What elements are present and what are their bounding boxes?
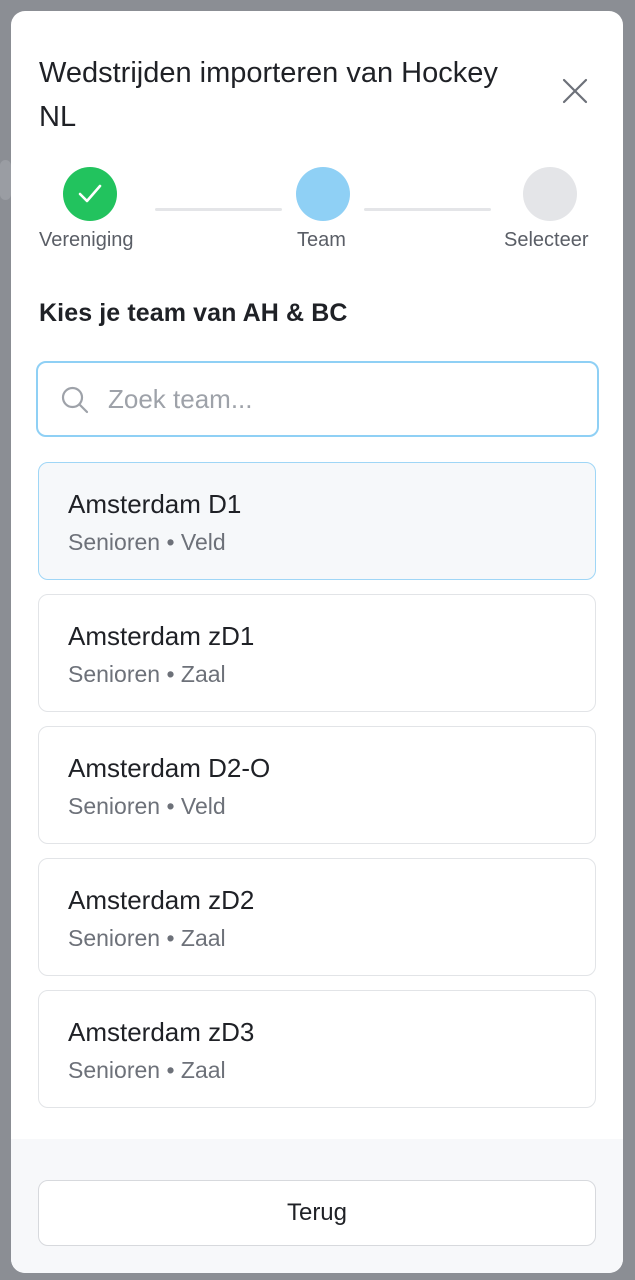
team-meta: Senioren • Veld [68,529,226,555]
back-button[interactable]: Terug [38,1180,596,1246]
team-meta: Senioren • Zaal [68,1057,226,1083]
team-name: Amsterdam zD3 [68,1017,255,1047]
team-list: Amsterdam D1 Senioren • Veld Amsterdam z… [38,462,596,1122]
step-label-vereniging: Vereniging [39,229,134,251]
step-connector [155,208,282,211]
section-heading: Kies je team van AH & BC [39,299,348,327]
step-connector [364,208,491,211]
team-meta: Senioren • Zaal [68,925,226,951]
search-input[interactable] [108,377,578,421]
team-item-amsterdam-d2-o[interactable]: Amsterdam D2-O Senioren • Veld [38,726,596,844]
step-label-team: Team [297,229,346,251]
search-box [36,361,599,437]
team-name: Amsterdam zD1 [68,621,255,651]
team-name: Amsterdam D2-O [68,753,271,783]
close-button[interactable] [557,73,593,109]
background-page-hint [0,160,11,200]
team-item-amsterdam-d1[interactable]: Amsterdam D1 Senioren • Veld [38,462,596,580]
close-icon [562,78,588,104]
team-item-amsterdam-zd1[interactable]: Amsterdam zD1 Senioren • Zaal [38,594,596,712]
import-matches-modal: Wedstrijden importeren van Hockey NL Ver… [11,11,623,1273]
team-name: Amsterdam zD2 [68,885,255,915]
step-label-selecteer: Selecteer [504,229,589,251]
check-icon [78,184,102,203]
step-vereniging-completed [63,167,117,221]
team-meta: Senioren • Veld [68,793,226,819]
step-selecteer-pending [523,167,577,221]
step-team-active [296,167,350,221]
search-icon [61,386,89,414]
team-item-amsterdam-zd2[interactable]: Amsterdam zD2 Senioren • Zaal [38,858,596,976]
team-meta: Senioren • Zaal [68,661,226,687]
modal-title: Wedstrijden importeren van Hockey NL [39,57,498,133]
team-item-amsterdam-zd3[interactable]: Amsterdam zD3 Senioren • Zaal [38,990,596,1108]
team-name: Amsterdam D1 [68,489,242,519]
